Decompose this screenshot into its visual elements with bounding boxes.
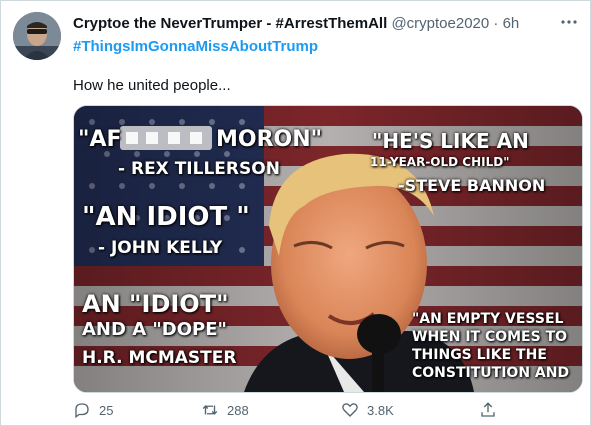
retweet-icon — [202, 405, 218, 415]
quote-1b: MORON" — [216, 127, 323, 152]
reply-icon — [75, 403, 89, 419]
quote-5d: CONSTITUTION AND — [412, 365, 570, 381]
quote-5a: "AN EMPTY VESSEL — [412, 311, 564, 327]
hashtag-link[interactable]: #ThingsImGonnaMissAboutTrump — [73, 37, 318, 57]
quote-5c: THINGS LIKE THE — [412, 347, 547, 363]
reply-button[interactable]: 25 — [73, 399, 113, 421]
attribution-3: - JOHN KELLY — [98, 238, 223, 258]
like-button[interactable]: 3.8K — [341, 399, 394, 421]
user-handle[interactable]: @cryptoe2020 — [391, 15, 489, 32]
quote-4b: AND A "DOPE" — [82, 319, 227, 340]
tweet-actions: 25 288 3.8K — [73, 399, 513, 421]
tweet-image[interactable]: "AF MORON" - REX TILLERSON "HE'S LIKE AN… — [73, 105, 583, 393]
retweet-count: 288 — [227, 402, 249, 418]
retweet-button[interactable]: 288 — [201, 399, 249, 421]
like-icon — [342, 403, 358, 417]
quote-4a: AN "IDIOT" — [82, 290, 229, 318]
quote-3: "AN IDIOT " — [82, 202, 250, 232]
attribution-2: -STEVE BANNON — [398, 176, 546, 195]
tweet-time[interactable]: 6h — [503, 15, 520, 32]
quote-2a: "HE'S LIKE AN — [372, 129, 529, 153]
share-button[interactable] — [479, 399, 497, 421]
quote-1a: "AF — [78, 127, 122, 152]
reply-count: 25 — [99, 402, 114, 418]
quote-5b: WHEN IT COMES TO — [412, 329, 568, 345]
attribution-1: - REX TILLERSON — [118, 159, 280, 179]
display-name[interactable]: Cryptoe the NeverTrumper - #ArrestThemAl… — [73, 15, 387, 32]
avatar[interactable] — [13, 12, 61, 60]
like-count: 3.8K — [367, 402, 394, 418]
share-icon — [481, 402, 495, 417]
quote-2b: 11-YEAR-OLD CHILD" — [370, 155, 510, 169]
tweet-text: How he united people... — [73, 77, 231, 94]
more-icon[interactable] — [558, 11, 580, 33]
attribution-4: H.R. MCMASTER — [82, 348, 237, 368]
separator-dot: · — [493, 15, 499, 32]
tweet-header: Cryptoe the NeverTrumper - #ArrestThemAl… — [73, 14, 578, 36]
